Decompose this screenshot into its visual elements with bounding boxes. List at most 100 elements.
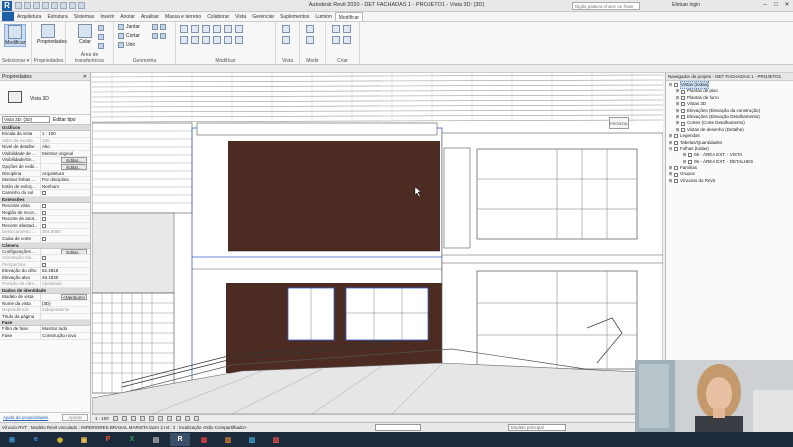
property-value[interactable]: Mostrar original — [41, 151, 90, 157]
powerpoint-icon[interactable]: P — [98, 433, 118, 446]
copy-tool-icon[interactable] — [191, 36, 199, 44]
search-input[interactable]: Digite palavra-chave ou frase — [572, 2, 640, 10]
part-icon[interactable] — [332, 25, 340, 33]
temporary-hide-icon[interactable] — [184, 416, 190, 421]
property-row[interactable]: Caminho do sol — [0, 190, 90, 197]
app-icon[interactable]: ▧ — [242, 433, 262, 446]
property-value[interactable]: {3D} — [41, 301, 90, 307]
property-row[interactable]: Orientação blo... — [0, 255, 90, 262]
property-row[interactable]: Fase Construção nova — [0, 333, 90, 340]
close-icon[interactable]: ✕ — [783, 2, 791, 9]
property-value[interactable] — [41, 190, 90, 196]
render-icon[interactable] — [148, 416, 154, 421]
apply-button[interactable]: Aplicar — [62, 414, 88, 421]
scale-icon[interactable] — [224, 36, 232, 44]
app-icon[interactable]: ▦ — [194, 433, 214, 446]
align-icon[interactable] — [180, 25, 188, 33]
explorer-icon[interactable]: ▣ — [74, 433, 94, 446]
property-value[interactable] — [41, 203, 90, 209]
hide-icon[interactable] — [282, 25, 290, 33]
property-checkbox[interactable] — [42, 223, 46, 228]
match-button[interactable] — [98, 43, 104, 49]
join-button[interactable]: Juntar — [118, 24, 140, 30]
property-row[interactable]: Elevação alvo 48.1830 — [0, 274, 90, 282]
property-row[interactable]: Caixa de corte — [0, 235, 90, 243]
property-row[interactable]: Título da página — [0, 313, 90, 321]
property-checkbox[interactable] — [42, 236, 46, 241]
property-row[interactable]: Escala da vista 1 : 100 — [0, 131, 90, 138]
dimension-icon[interactable] — [306, 36, 314, 44]
property-value[interactable]: 62.4818 — [41, 268, 90, 274]
property-value[interactable]: Alto — [41, 144, 90, 150]
property-value[interactable]: Editar... — [41, 157, 90, 163]
properties-button[interactable]: Propriedades — [37, 24, 67, 45]
paste-button[interactable]: Colar — [74, 24, 96, 45]
property-row[interactable]: Disciplina Arquitetura — [0, 170, 90, 178]
property-row[interactable]: Nome da vista {3D} — [0, 300, 90, 308]
property-value[interactable]: 100 — [41, 138, 90, 144]
sun-path-icon[interactable] — [130, 416, 136, 421]
property-value[interactable]: 48.1830 — [41, 275, 90, 281]
tree-node[interactable]: ⊞ Vínculos do Revit — [668, 178, 793, 184]
reveal-hidden-icon[interactable] — [193, 416, 199, 421]
tab-modificar[interactable]: Modificar — [334, 12, 364, 21]
property-row[interactable]: Nível de detalhe Alto — [0, 144, 90, 151]
type-selector[interactable]: Vista 3D — [0, 81, 90, 115]
group-label[interactable]: Selecionar ▾ — [0, 58, 31, 64]
pin-icon[interactable] — [235, 36, 243, 44]
move-icon[interactable] — [180, 36, 188, 44]
3d-viewport[interactable] — [92, 73, 663, 414]
property-value[interactable]: Arquitetura — [41, 171, 90, 177]
view-scale[interactable]: 1 : 100 — [95, 415, 109, 422]
viewcube-front-face[interactable]: FRONTAL — [609, 117, 629, 129]
tab-gerenciar[interactable]: Gerenciar — [249, 12, 277, 21]
expand-toggle-icon[interactable]: ⊟ — [668, 82, 673, 88]
shadows-icon[interactable] — [139, 416, 145, 421]
property-checkbox[interactable] — [42, 210, 46, 215]
app-icon[interactable]: ▤ — [146, 433, 166, 446]
property-row[interactable]: Deslocamento ... 304.8000 — [0, 229, 90, 236]
rotate-icon[interactable] — [202, 36, 210, 44]
workset-dropdown[interactable] — [375, 424, 421, 431]
property-value[interactable] — [41, 255, 90, 261]
instance-dropdown[interactable]: Vista 3D: {3D} — [2, 116, 50, 123]
offset-icon[interactable] — [191, 25, 199, 33]
property-value[interactable]: Ajustando — [41, 281, 90, 287]
split-icon[interactable] — [224, 25, 232, 33]
property-checkbox[interactable] — [42, 262, 46, 267]
property-checkbox[interactable] — [42, 203, 46, 208]
tab-inserir[interactable]: Inserir — [97, 12, 117, 21]
property-row[interactable]: Estilo de exibiç... Nenhum — [0, 183, 90, 191]
measure-tool-icon[interactable] — [306, 25, 314, 33]
property-row[interactable]: Filtro de fase Mostrar tudo — [0, 326, 90, 334]
property-row[interactable]: Região de recor... — [0, 209, 90, 217]
edit-type-button[interactable]: Editar tipo — [53, 117, 76, 123]
app-icon[interactable]: ▥ — [218, 433, 238, 446]
maximize-icon[interactable]: □ — [772, 2, 780, 9]
property-value[interactable]: Mostrar tudo — [41, 326, 90, 332]
ie-icon[interactable]: e — [26, 433, 46, 446]
property-row[interactable]: Opções de exibi... Editar... — [0, 163, 90, 171]
show-crop-icon[interactable] — [166, 416, 172, 421]
trim-icon[interactable] — [235, 25, 243, 33]
property-row[interactable]: Dependência Independente — [0, 307, 90, 314]
property-row[interactable]: Visibilidade/Sn... Editar... — [0, 157, 90, 164]
app-icon[interactable]: ▨ — [266, 433, 286, 446]
property-row[interactable]: Perspectiva — [0, 261, 90, 269]
property-value[interactable]: 1 : 100 — [41, 131, 90, 137]
mirror-draw-icon[interactable] — [213, 25, 221, 33]
mirror-axis-icon[interactable] — [202, 25, 210, 33]
excel-icon[interactable]: X — [122, 433, 142, 446]
revit-taskbar-icon[interactable]: R — [170, 433, 190, 446]
property-value[interactable] — [41, 210, 90, 216]
property-checkbox[interactable] — [42, 217, 46, 222]
property-edit-button[interactable]: Editar... — [61, 163, 87, 170]
property-row[interactable]: Recorte de anot... — [0, 216, 90, 223]
geo-tool-2[interactable] — [152, 33, 166, 39]
property-value[interactable] — [41, 262, 90, 268]
property-value[interactable]: 304.8000 — [41, 229, 90, 235]
start-button[interactable]: ⊞ — [2, 433, 22, 446]
tab-lumion[interactable]: Lumion — [312, 12, 334, 21]
property-value[interactable] — [41, 216, 90, 222]
cut-geometry-button[interactable]: Cortar — [118, 33, 140, 39]
